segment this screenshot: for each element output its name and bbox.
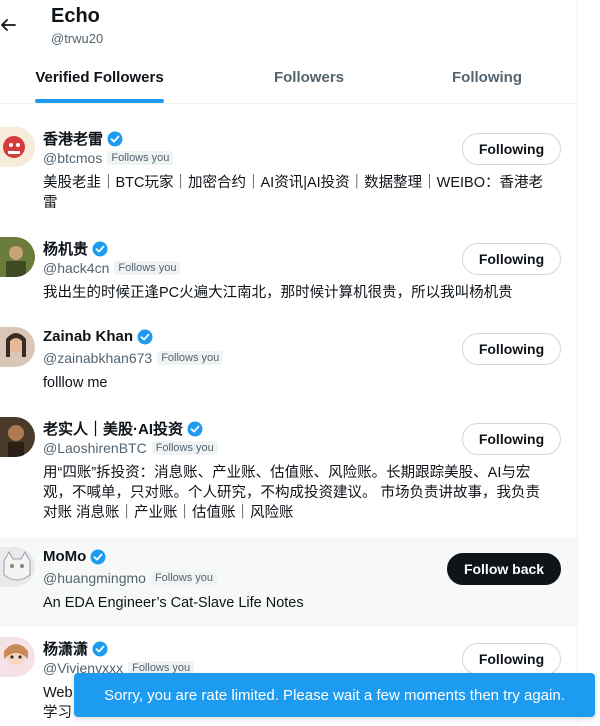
follows-you-badge: Follows you	[114, 261, 181, 275]
user-name-line: 老实人｜美股·AI投资	[43, 418, 203, 439]
user-handle[interactable]: @LaoshirenBTC	[43, 440, 147, 456]
verified-badge-icon	[107, 131, 123, 146]
active-tab-indicator	[35, 99, 164, 103]
following-button[interactable]: Following	[462, 333, 561, 365]
user-row[interactable]: 杨机贵 @hack4cn Follows you 我出生的时候正逢PC火遍大江南…	[0, 227, 577, 317]
followers-column: Echo @trwu20 Verified Followers Follower…	[0, 0, 578, 726]
bio-line: 对账 消息账｜产业账｜估值账｜风险账	[43, 505, 294, 521]
bio-line: 我出生的时候正逢PC火遍大江南北，那时候计算机很贵，所以我叫杨机贵	[43, 285, 513, 301]
user-handle[interactable]: @huangmingmo	[43, 570, 146, 586]
verified-badge-icon	[137, 329, 153, 344]
avatar[interactable]	[0, 237, 35, 277]
bio-line: 观，不喊单，只对账。个人研究，不构成投资建议。 市场负责讲故事，我负责	[43, 485, 541, 501]
arrow-left-icon	[1, 19, 16, 31]
user-handle-line: @zainabkhan673 Follows you	[43, 350, 224, 366]
verified-badge-icon	[92, 641, 108, 656]
user-bio: An EDA Engineer’s Cat-Slave Life Notes	[43, 593, 563, 613]
user-name-line: Zainab Khan	[43, 328, 153, 345]
verified-badge-icon	[187, 421, 203, 436]
user-name[interactable]: 杨潇潇	[43, 638, 88, 659]
avatar[interactable]	[0, 127, 35, 167]
bio-line: folllow me	[43, 375, 108, 391]
bio-line: 美股老韭｜BTC玩家｜加密合约｜AI资讯|AI投资｜数据整理｜WEIBO：香港老	[43, 175, 543, 191]
follow-back-button[interactable]: Follow back	[447, 553, 561, 585]
user-bio: folllow me	[43, 373, 563, 393]
rate-limit-toast: Sorry, you are rate limited. Please wait…	[74, 673, 595, 717]
user-bio: 我出生的时候正逢PC火遍大江南北，那时候计算机很贵，所以我叫杨机贵	[43, 283, 563, 303]
user-row[interactable]: MoMo @huangmingmo Follows you An EDA Eng…	[0, 537, 577, 627]
following-button[interactable]: Following	[462, 643, 561, 675]
tab-following[interactable]: Following	[428, 69, 546, 86]
avatar[interactable]	[0, 417, 35, 457]
verified-badge-icon	[90, 549, 106, 564]
follows-you-badge: Follows you	[157, 351, 224, 365]
user-bio: 用“四账”拆投资：消息账、产业账、估值账、风险账。长期跟踪美股、AI与宏 观，不…	[43, 463, 563, 523]
tab-followers[interactable]: Followers	[250, 69, 368, 86]
user-name[interactable]: MoMo	[43, 548, 86, 565]
following-button[interactable]: Following	[462, 243, 561, 275]
user-row[interactable]: Zainab Khan @zainabkhan673 Follows you f…	[0, 317, 577, 407]
user-name-line: MoMo	[43, 548, 106, 565]
following-button[interactable]: Following	[462, 133, 561, 165]
follows-you-badge: Follows you	[107, 151, 174, 165]
user-handle-line: @hack4cn Follows you	[43, 260, 181, 276]
verified-badge-icon	[92, 241, 108, 256]
page-handle: @trwu20	[51, 31, 104, 46]
user-handle-line: @btcmos Follows you	[43, 150, 174, 166]
tab-verified-followers[interactable]: Verified Followers	[35, 69, 164, 86]
follows-you-badge: Follows you	[151, 441, 218, 455]
avatar[interactable]	[0, 547, 35, 587]
bio-line: An EDA Engineer’s Cat-Slave Life Notes	[43, 595, 304, 611]
user-name[interactable]: 老实人｜美股·AI投资	[43, 418, 183, 439]
user-handle[interactable]: @hack4cn	[43, 260, 109, 276]
page-title: Echo	[51, 5, 100, 27]
user-bio: 美股老韭｜BTC玩家｜加密合约｜AI资讯|AI投资｜数据整理｜WEIBO：香港老…	[43, 173, 563, 213]
avatar[interactable]	[0, 637, 35, 677]
user-name-line: 杨潇潇	[43, 638, 108, 659]
user-handle-line: @LaoshirenBTC Follows you	[43, 440, 218, 456]
user-handle-line: @huangmingmo Follows you	[43, 570, 218, 586]
right-sidebar-edge	[579, 0, 600, 726]
header: Echo @trwu20 Verified Followers Follower…	[0, 0, 577, 104]
bio-line: 用“四账”拆投资：消息账、产业账、估值账、风险账。长期跟踪美股、AI与宏	[43, 465, 531, 481]
user-row[interactable]: 香港老雷 @btcmos Follows you 美股老韭｜BTC玩家｜加密合约…	[0, 117, 577, 227]
user-name[interactable]: Zainab Khan	[43, 328, 133, 345]
follows-you-badge: Follows you	[150, 571, 218, 585]
user-name[interactable]: 香港老雷	[43, 128, 103, 149]
back-button[interactable]	[0, 10, 20, 40]
avatar[interactable]	[0, 327, 35, 367]
user-row[interactable]: 老实人｜美股·AI投资 @LaoshirenBTC Follows you 用“…	[0, 407, 577, 537]
user-handle[interactable]: @btcmos	[43, 150, 102, 166]
bio-line: 雷	[43, 195, 58, 211]
user-name-line: 杨机贵	[43, 238, 108, 259]
user-name-line: 香港老雷	[43, 128, 123, 149]
user-name[interactable]: 杨机贵	[43, 238, 88, 259]
following-button[interactable]: Following	[462, 423, 561, 455]
user-handle[interactable]: @zainabkhan673	[43, 350, 152, 366]
